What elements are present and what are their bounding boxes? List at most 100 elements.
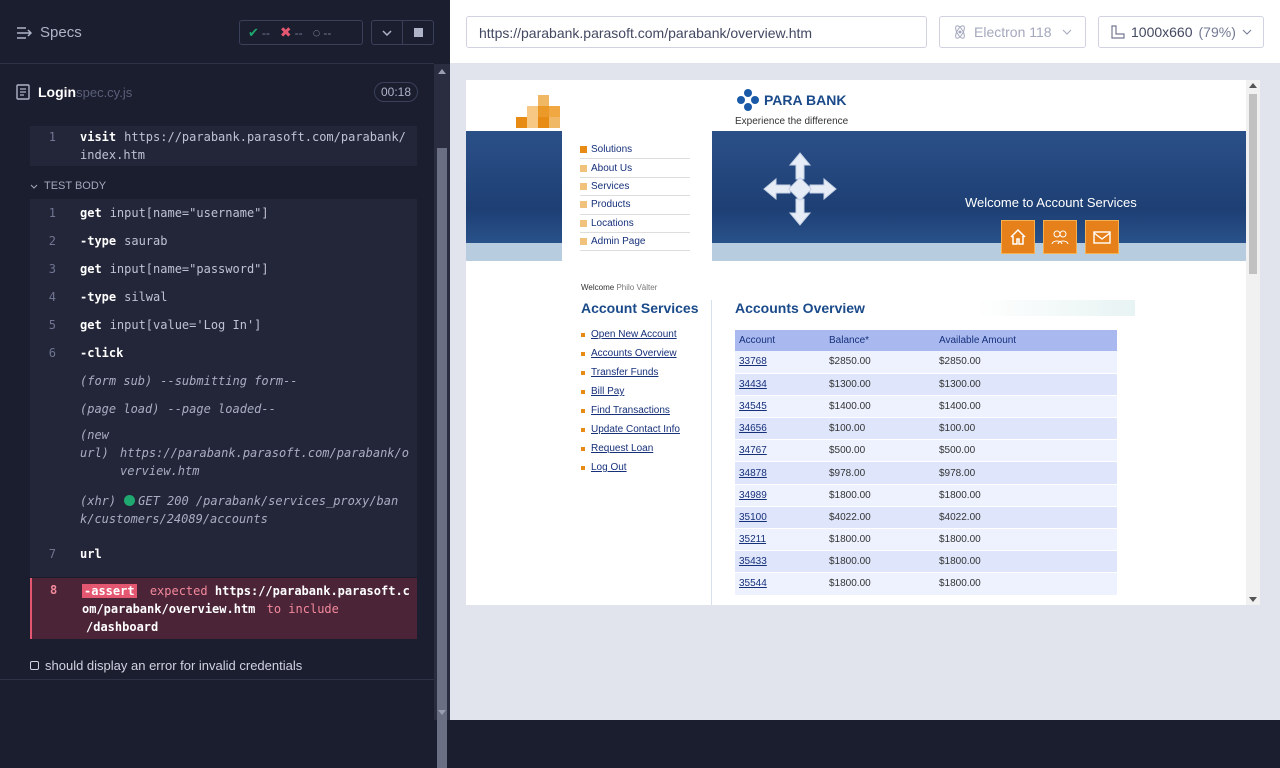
command-row[interactable]: 4 -type silwal [30,283,417,311]
specs-toggle[interactable]: Specs [16,24,82,41]
link-bill-pay[interactable]: Bill Pay [581,382,680,401]
stop-button[interactable] [402,20,434,45]
scrollbar-thumb[interactable] [1249,94,1257,274]
pending-icon: ◌ [312,25,321,40]
link-accounts-overview[interactable]: Accounts Overview [581,344,680,363]
account-link[interactable]: 34656 [735,417,825,441]
iframe-scrollbar[interactable] [1246,80,1260,605]
event-row[interactable]: (new url) https://parabank.parasoft.com/p… [30,423,417,486]
link-log-out[interactable]: Log Out [581,458,680,477]
people-icon [1051,230,1069,245]
app-preview-panel: https://parabank.parasoft.com/parabank/o… [450,0,1280,720]
account-link[interactable]: 35100 [735,506,825,530]
menu-item-products[interactable]: Products [580,196,690,215]
x-icon: ✖ [279,24,292,40]
scroll-down-icon [1249,597,1257,602]
expand-button[interactable] [371,20,403,45]
link-find-transactions[interactable]: Find Transactions [581,401,680,420]
test-body-section[interactable]: TEST BODY [30,180,106,192]
top-menu: Solutions About Us Services Products Loc… [562,131,712,271]
account-link[interactable]: 34767 [735,439,825,463]
browser-name: Electron 118 [974,24,1052,40]
before-hook[interactable]: 1 visit https://parabank.parasoft.com/par… [30,126,417,166]
spec-name: Login [38,84,77,100]
arrows-graphic-icon [763,152,837,226]
pending-count: -- [323,25,332,40]
ruler-icon [1111,25,1125,39]
menu-item-admin-page[interactable]: Admin Page [580,233,690,252]
column-available: Available Amount [935,330,1117,351]
viewport-size: 1000x660 [1131,24,1193,40]
viewport-selector[interactable]: 1000x660 (79%) [1098,16,1264,48]
account-link[interactable]: 35433 [735,550,825,574]
tagline: Experience the difference [735,116,849,127]
event-row[interactable]: (form sub) --submitting form-- [30,367,417,395]
test-stats: ✔ -- ✖ -- ◌ -- [239,20,363,45]
scrollbar-thumb[interactable] [437,148,447,768]
command-row[interactable]: 1 visit https://parabank.parasoft.com/par… [30,128,417,164]
account-link[interactable]: 34434 [735,373,825,396]
scroll-up-icon [1249,83,1257,88]
viewport-scale: (79%) [1198,24,1236,40]
failed-assert-row[interactable]: 8 -assert expected https://parabank.para… [30,578,417,639]
stop-icon [413,28,423,37]
table-row: 34656 $100.00 $100.00 [735,417,1117,441]
account-link[interactable]: 34989 [735,484,825,507]
link-request-loan[interactable]: Request Loan [581,439,680,458]
menu-item-solutions[interactable]: Solutions [580,141,690,160]
table-row: 34545 $1400.00 $1400.00 [735,395,1117,419]
table-row: 35211 $1800.00 $1800.00 [735,528,1117,552]
scrollbar[interactable] [434,64,450,768]
account-link[interactable]: 34545 [735,395,825,419]
aut-iframe: PARA BANK Experience the difference Solu… [466,80,1260,605]
command-row[interactable]: 6 -click [30,339,417,367]
event-row[interactable]: (page load) --page loaded-- [30,395,417,423]
accounts-table: Account Balance* Available Amount 33768 $… [735,330,1117,596]
chevron-down-icon [382,29,392,36]
account-services-title: Account Services [581,300,699,316]
contact-button[interactable] [1085,220,1119,254]
command-log-panel: Specs ✔ -- ✖ -- ◌ -- Login spec.cy.js 00:18… [0,0,450,768]
column-account: Account [735,330,825,351]
menu-item-services[interactable]: Services [580,178,690,197]
command-row[interactable]: 2 -type saurab [30,227,417,255]
event-row[interactable]: (xhr) GET 200 /parabank/services_proxy/ba… [30,486,417,545]
envelope-icon [1093,231,1111,244]
link-update-contact-info[interactable]: Update Contact Info [581,420,680,439]
welcome-user: Welcome Philo Vàlter [581,283,658,292]
table-row: 35433 $1800.00 $1800.00 [735,550,1117,574]
account-link[interactable]: 33768 [735,351,825,374]
browser-selector[interactable]: Electron 118 [939,16,1086,48]
menu-item-about-us[interactable]: About Us [580,159,690,178]
menu-item-locations[interactable]: Locations [580,215,690,233]
about-button[interactable] [1043,220,1077,254]
test-status-icon [30,661,39,670]
document-icon [16,84,30,100]
divider [711,300,712,605]
passed-count: -- [261,25,270,40]
parabank-logo[interactable]: PARA BANK [736,88,846,112]
command-row[interactable]: 3 get input[name="password"] [30,255,417,283]
command-row[interactable]: 1 get input[name="username"] [30,199,417,227]
home-button[interactable] [1001,220,1035,254]
runner-header: Specs ✔ -- ✖ -- ◌ -- [0,0,434,64]
test-item[interactable]: should display an error for invalid cred… [30,658,302,673]
command-row[interactable]: 7 url [30,545,417,565]
account-link[interactable]: 35544 [735,572,825,596]
divider [0,679,434,680]
failed-count: -- [294,25,303,40]
column-balance: Balance* [825,330,935,351]
chevron-down-icon [1062,29,1071,35]
link-transfer-funds[interactable]: Transfer Funds [581,363,680,382]
command-row[interactable]: 5 get input[value='Log In'] [30,311,417,339]
link-open-new-account[interactable]: Open New Account [581,325,680,344]
table-row: 35100 $4022.00 $4022.00 [735,506,1117,530]
specs-label: Specs [40,24,82,41]
test-commands: 1 get input[name="username"] 2 -type saurab … [30,199,417,577]
table-row: 34989 $1800.00 $1800.00 [735,484,1117,507]
status-dot-icon [124,495,136,506]
account-link[interactable]: 34878 [735,461,825,485]
table-row: 34767 $500.00 $500.00 [735,439,1117,463]
account-link[interactable]: 35211 [735,528,825,552]
url-field[interactable]: https://parabank.parasoft.com/parabank/o… [466,16,927,48]
